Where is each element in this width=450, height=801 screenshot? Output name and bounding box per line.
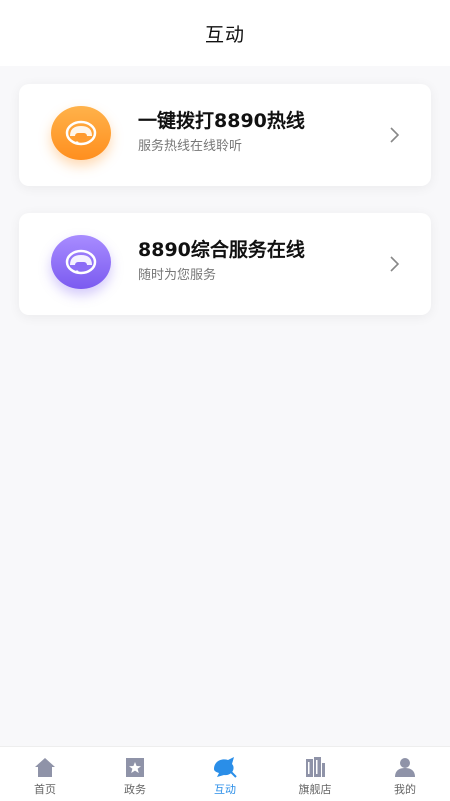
home-icon xyxy=(35,758,55,777)
tab-mine[interactable]: 我的 xyxy=(360,747,450,801)
chevron-right-icon xyxy=(390,127,400,143)
tab-label: 我的 xyxy=(394,783,416,796)
headset-icon xyxy=(51,235,111,289)
card-title: 8890综合服务在线 xyxy=(138,239,305,261)
hotline-call-card[interactable]: 一键拨打8890热线 服务热线在线聆听 xyxy=(19,84,431,186)
card-subtitle: 服务热线在线聆听 xyxy=(138,139,243,154)
bottom-tab-bar: 首页 政务 互动 旗舰店 我的 xyxy=(0,746,450,801)
page-title: 互动 xyxy=(204,23,245,46)
chevron-right-icon xyxy=(390,256,400,272)
tab-flagship-store[interactable]: 旗舰店 xyxy=(270,747,360,801)
tab-label: 旗舰店 xyxy=(298,783,332,796)
card-title: 一键拨打8890热线 xyxy=(138,110,305,132)
tab-label: 政务 xyxy=(124,783,146,796)
interaction-icon xyxy=(214,757,237,778)
card-subtitle: 随时为您服务 xyxy=(138,268,217,283)
building-icon xyxy=(306,757,325,777)
online-service-card[interactable]: 8890综合服务在线 随时为您服务 xyxy=(19,213,431,315)
headset-icon xyxy=(51,106,111,160)
tab-home[interactable]: 首页 xyxy=(0,747,90,801)
tab-label: 互动 xyxy=(214,783,236,796)
tab-label: 首页 xyxy=(34,783,56,796)
top-header: 互动 xyxy=(0,0,450,66)
user-icon xyxy=(395,758,415,777)
tab-government[interactable]: 政务 xyxy=(90,747,180,801)
tab-interaction[interactable]: 互动 xyxy=(180,747,270,801)
star-badge-icon xyxy=(126,758,144,777)
